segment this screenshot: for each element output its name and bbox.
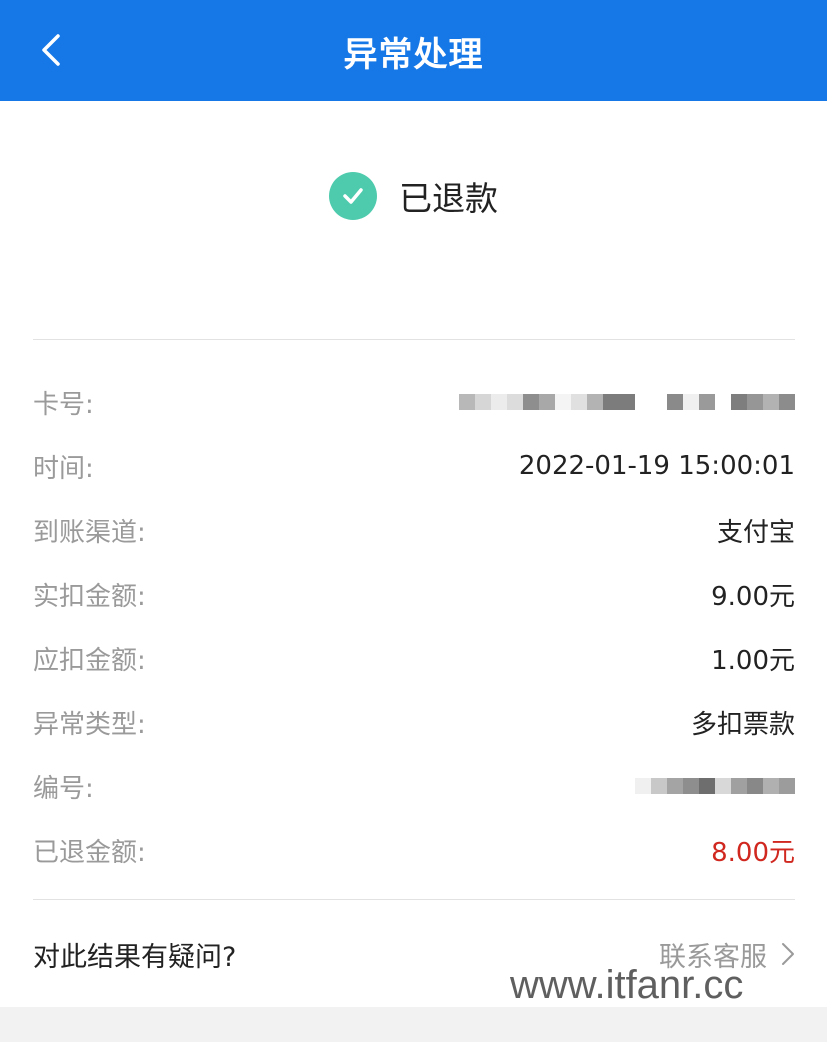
detail-value: 支付宝 <box>716 517 795 548</box>
detail-row-serial-number: 编号: <box>33 766 795 806</box>
detail-label: 编号: <box>33 773 94 804</box>
chevron-right-icon <box>782 943 794 965</box>
detail-row-card-number: 卡号: <box>33 382 795 422</box>
masked-card-number <box>459 393 795 411</box>
watermark: www.itfanr.cc <box>510 963 744 1007</box>
detail-label: 时间: <box>33 453 94 484</box>
page-title: 异常处理 <box>343 35 484 75</box>
check-circle-icon <box>329 172 377 220</box>
detail-label: 到账渠道: <box>33 517 146 548</box>
nav-bar: 异常处理 <box>0 0 827 101</box>
detail-label: 应扣金额: <box>33 645 146 676</box>
detail-label: 实扣金额: <box>33 581 146 612</box>
detail-value: 多扣票款 <box>690 709 795 740</box>
detail-row-expected-charge: 应扣金额: 1.00元 <box>33 638 795 678</box>
question-text: 对此结果有疑问? <box>33 941 237 973</box>
detail-card: 已退款 卡号: 时间: 2022-01-19 15:00:01 到账渠道: 支付… <box>0 101 827 1007</box>
detail-value: 9.00元 <box>711 581 795 612</box>
detail-row-refunded-amount: 已退金额: 8.00元 <box>33 830 795 870</box>
detail-row-actual-charge: 实扣金额: 9.00元 <box>33 574 795 614</box>
detail-row-time: 时间: 2022-01-19 15:00:01 <box>33 446 795 486</box>
refund-status: 已退款 <box>0 161 827 231</box>
divider <box>33 899 795 900</box>
detail-label: 已退金额: <box>33 837 146 868</box>
detail-label: 异常类型: <box>33 709 146 740</box>
detail-row-channel: 到账渠道: 支付宝 <box>33 510 795 550</box>
status-text: 已退款 <box>399 179 498 218</box>
masked-serial-number <box>635 777 795 795</box>
refunded-amount-value: 8.00元 <box>711 837 795 868</box>
divider <box>33 339 795 340</box>
detail-value: 1.00元 <box>711 645 795 676</box>
detail-value: 2022-01-19 15:00:01 <box>518 451 795 481</box>
detail-label: 卡号: <box>33 389 94 420</box>
detail-row-exception-type: 异常类型: 多扣票款 <box>33 702 795 742</box>
